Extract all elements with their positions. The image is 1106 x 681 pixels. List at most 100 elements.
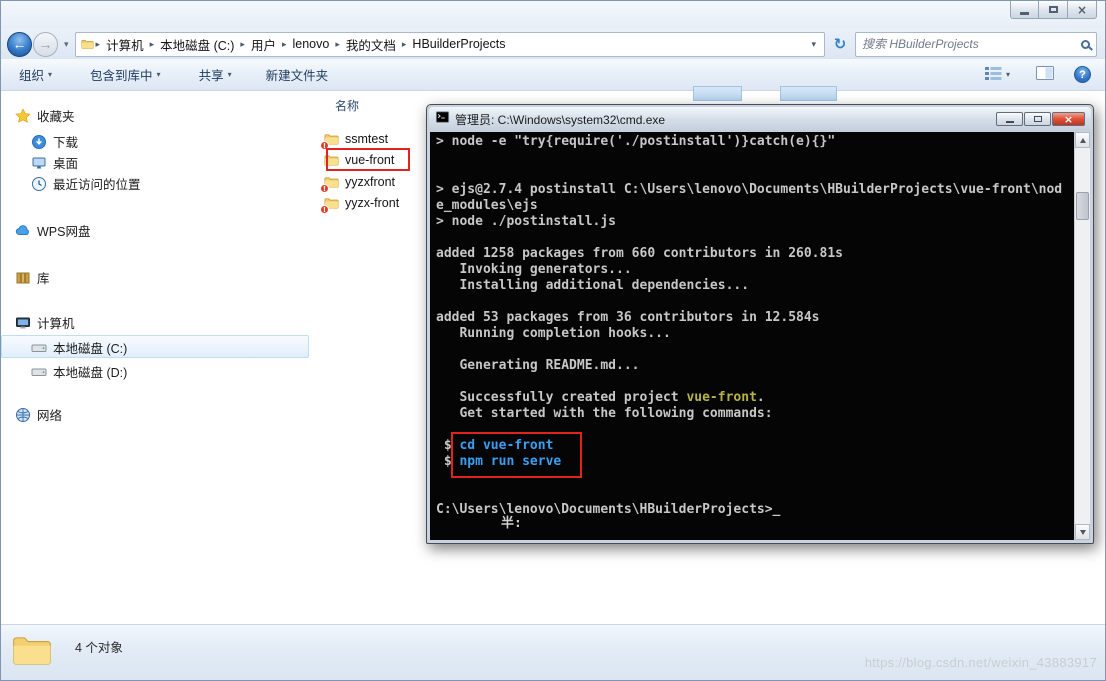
network-icon [15, 407, 31, 423]
window-titlebar[interactable]: × [1, 1, 1105, 29]
breadcrumb-drive-c[interactable]: 本地磁盘 (C:) [155, 35, 239, 54]
address-bar[interactable]: ▸ 计算机 ▸ 本地磁盘 (C:) ▸ 用户 ▸ lenovo ▸ 我的文档 ▸… [75, 32, 825, 57]
scroll-up-button[interactable] [1075, 132, 1090, 148]
disk-drive-icon [31, 340, 47, 356]
sidebar-label: 网络 [37, 405, 62, 424]
sidebar-label: 最近访问的位置 [53, 174, 141, 193]
sidebar-item-desktop[interactable]: 桌面 [31, 152, 78, 173]
console-line: > node -e "try{require('./postinstall')}… [436, 134, 1070, 150]
cmd-maximize-button[interactable] [1024, 112, 1051, 126]
sidebar-item-drive-c[interactable]: 本地磁盘 (C:) [31, 337, 127, 358]
console-scrollbar[interactable] [1074, 132, 1090, 540]
column-header-name[interactable]: 名称 [319, 97, 359, 117]
refresh-button[interactable]: ↻ [829, 32, 851, 57]
star-icon [15, 108, 31, 124]
search-icon [1081, 40, 1090, 49]
sidebar-label: 库 [37, 268, 50, 287]
annotation-box-vue-front [326, 148, 410, 171]
sidebar-group-wps-drive[interactable]: WPS网盘 [15, 220, 90, 241]
cmd-close-button[interactable]: × [1052, 112, 1085, 126]
item-count: 4 个对象 [75, 637, 123, 656]
library-icon [15, 270, 31, 286]
close-icon: × [1077, 4, 1087, 16]
console-line: added 1258 packages from 660 contributor… [436, 246, 1070, 262]
new-folder-button[interactable]: 新建文件夹 [260, 62, 335, 87]
sidebar-group-libraries[interactable]: 库 [15, 267, 50, 288]
cloud-icon [15, 223, 31, 239]
organize-button[interactable]: 组织 ▾ [13, 62, 58, 87]
status-bar: 4 个对象 [1, 624, 1105, 680]
console-line: Installing additional dependencies... [436, 278, 1070, 294]
recent-pages-dropdown-icon[interactable]: ▾ [64, 39, 69, 50]
command-bar: 组织 ▾ 包含到库中 ▾ 共享 ▾ 新建文件夹 ▾ ? [1, 59, 1105, 91]
column-header-fragment[interactable] [693, 86, 742, 101]
folder-icon: ! [323, 132, 340, 147]
include-in-library-button[interactable]: 包含到库中 ▾ [84, 62, 167, 87]
clock-icon [31, 176, 47, 192]
organize-label: 组织 [19, 65, 44, 84]
include-in-library-label: 包含到库中 [90, 65, 153, 84]
console-line: Get started with the following commands: [436, 406, 1070, 422]
console-line [436, 166, 1070, 182]
back-button[interactable]: ← [7, 32, 32, 57]
window-close-button[interactable]: × [1068, 1, 1097, 19]
sidebar-label: 本地磁盘 (C:) [53, 338, 127, 357]
views-icon [985, 67, 1002, 83]
search-box[interactable] [855, 32, 1097, 57]
new-folder-label: 新建文件夹 [266, 65, 329, 84]
sidebar-group-network[interactable]: 网络 [15, 404, 62, 425]
sidebar-label: WPS网盘 [37, 221, 90, 240]
navigation-bar: ← → ▾ ▸ 计算机 ▸ 本地磁盘 (C:) ▸ 用户 ▸ lenovo ▸ … [1, 29, 1105, 59]
folder-icon: ! [323, 196, 340, 211]
breadcrumb-documents[interactable]: 我的文档 [341, 35, 401, 54]
window-minimize-button[interactable] [1010, 1, 1039, 19]
address-dropdown-icon[interactable]: ▾ [807, 39, 820, 50]
breadcrumb-users[interactable]: 用户 [246, 35, 281, 54]
arrow-down-icon [1080, 530, 1086, 535]
console-line: > ejs@2.7.4 postinstall C:\Users\lenovo\… [436, 182, 1070, 198]
console-line [436, 150, 1070, 166]
arrow-up-icon [1080, 138, 1086, 143]
maximize-icon [1034, 116, 1042, 122]
breadcrumb-hbuilderprojects[interactable]: HBuilderProjects [407, 37, 510, 51]
scrollbar-thumb[interactable] [1076, 192, 1089, 220]
preview-pane-button[interactable] [1030, 63, 1060, 86]
chevron-down-icon: ▾ [48, 70, 52, 79]
sidebar-group-computer[interactable]: 计算机 [15, 312, 75, 333]
sidebar-group-favorites[interactable]: 收藏夹 [15, 105, 75, 126]
column-header-fragment[interactable] [780, 86, 837, 101]
forward-button[interactable]: → [33, 32, 58, 57]
scroll-down-button[interactable] [1075, 524, 1090, 540]
disk-drive-icon [31, 364, 47, 380]
cmd-window[interactable]: 管理员: C:\Windows\system32\cmd.exe × > nod… [426, 104, 1094, 544]
sidebar-item-downloads[interactable]: 下载 [31, 131, 78, 152]
cmd-console[interactable]: > node -e "try{require('./postinstall')}… [430, 132, 1090, 540]
change-view-button[interactable]: ▾ [979, 64, 1016, 86]
breadcrumb-lenovo[interactable]: lenovo [288, 37, 335, 51]
file-name: yyzxfront [345, 175, 395, 189]
share-button[interactable]: 共享 ▾ [193, 62, 238, 87]
window-maximize-button[interactable] [1039, 1, 1068, 19]
search-input[interactable] [862, 37, 1077, 51]
cmd-window-controls: × [996, 112, 1085, 126]
sidebar-item-recent-places[interactable]: 最近访问的位置 [31, 173, 141, 194]
share-label: 共享 [199, 65, 224, 84]
file-name: yyzx-front [345, 196, 399, 210]
sidebar-label: 收藏夹 [37, 106, 75, 125]
folder-icon: ! [323, 175, 340, 190]
file-row-yyzxfront[interactable]: ! yyzxfront [323, 172, 395, 192]
breadcrumb-computer[interactable]: 计算机 [101, 35, 149, 54]
ime-indicator: 半: [501, 516, 522, 532]
annotation-box-commands [451, 432, 582, 478]
file-row-yyzx-front[interactable]: ! yyzx-front [323, 193, 399, 213]
cmd-titlebar[interactable]: 管理员: C:\Windows\system32\cmd.exe × [429, 107, 1091, 131]
console-line: Invoking generators... [436, 262, 1070, 278]
console-line [436, 294, 1070, 310]
cmd-minimize-button[interactable] [996, 112, 1023, 126]
file-row-ssmtest[interactable]: ! ssmtest [323, 129, 388, 149]
computer-icon [15, 315, 31, 331]
console-line [436, 486, 1070, 502]
sidebar-item-drive-d[interactable]: 本地磁盘 (D:) [31, 361, 127, 382]
help-button[interactable]: ? [1074, 66, 1091, 83]
console-line [436, 230, 1070, 246]
